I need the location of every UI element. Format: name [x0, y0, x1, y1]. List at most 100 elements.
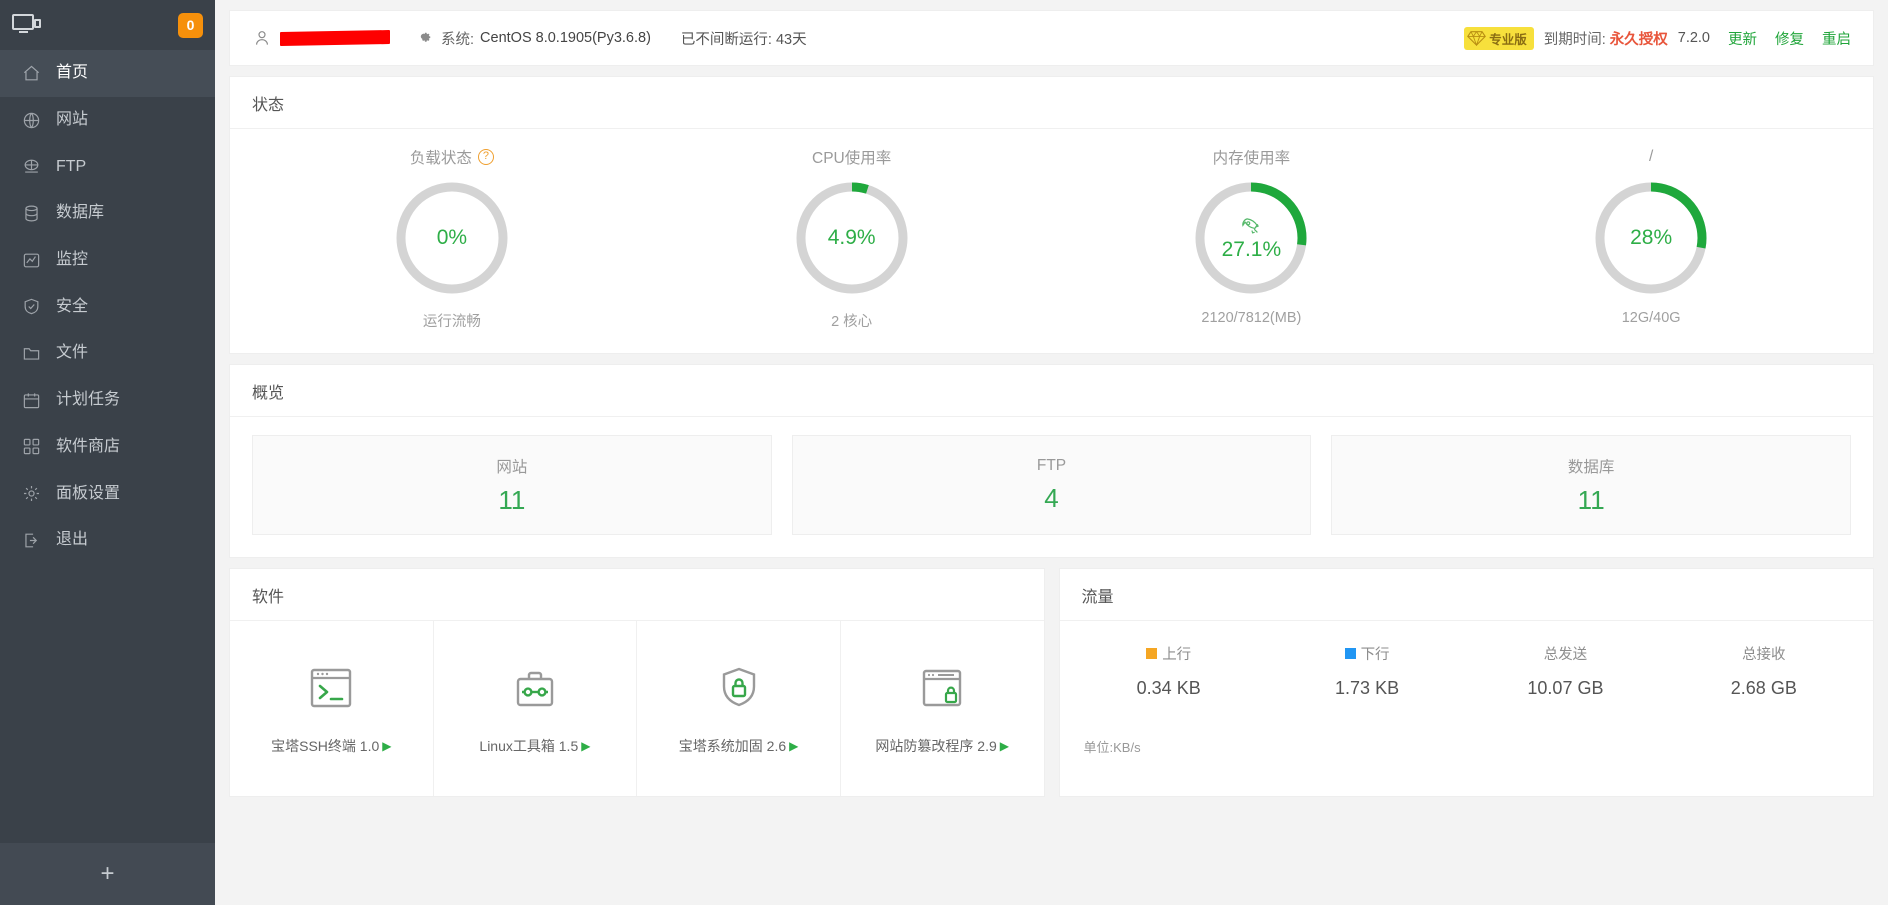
gauge-footer: 2 核心 [831, 314, 873, 330]
topbar: 系统: CentOS 8.0.1905(Py3.6.8) 已不间断运行: 43天… [229, 10, 1874, 66]
sidebar-item-label: 软件商店 [56, 437, 121, 455]
sidebar-item-label: 网站 [56, 111, 89, 129]
software-card: 软件 宝塔SSH终端 1.0 ▶ Linux工具箱 1.5 ▶ 宝塔系统加固 2… [229, 568, 1045, 797]
topbar-right: 专业版 到期时间: 永久授权 7.2.0 更新 修复 重启 [1464, 26, 1851, 50]
sidebar-item-panel-settings[interactable]: 面板设置 [0, 470, 215, 517]
gauge-footer: 运行流畅 [422, 314, 481, 330]
update-link[interactable]: 更新 [1728, 28, 1757, 49]
software-item-ssh-terminal[interactable]: 宝塔SSH终端 1.0 ▶ [230, 621, 434, 796]
traffic-label: 总接收 [1742, 647, 1786, 663]
software-item-label: 网站防篡改程序 2.9 ▶ [875, 736, 1009, 756]
traffic-label-wrap: 总接收 [1742, 643, 1786, 664]
expiry-label: 到期时间: [1543, 31, 1606, 48]
load-ring[interactable]: 0% [393, 179, 511, 297]
sidebar-item-label: 文件 [56, 344, 89, 362]
expiry-value: 永久授权 [1609, 31, 1668, 48]
sidebar-item-label: 数据库 [56, 204, 105, 222]
database-icon [20, 202, 42, 224]
panel-version: 7.2.0 [1677, 30, 1710, 46]
notification-badge[interactable]: 0 [178, 12, 203, 38]
gauge-memory: 内存使用率 27.1% 2120/7812(MB) [1052, 147, 1452, 331]
download-swatch-icon [1344, 648, 1356, 659]
status-body: 负载状态 ? 0% 运行流畅 CPU使用率 4.9% 2 核心 内存使用率 27… [230, 129, 1873, 353]
overview-box-ftp[interactable]: FTP 4 [791, 435, 1312, 535]
cpu-ring[interactable]: 4.9% [793, 179, 911, 297]
gauge-title-text: CPU使用率 [812, 150, 892, 167]
play-arrow-icon[interactable]: ▶ [1000, 739, 1009, 753]
status-card: 状态 负载状态 ? 0% 运行流畅 CPU使用率 4.9% 2 核心 内存使用率… [229, 76, 1874, 354]
disk-ring[interactable]: 28% [1592, 179, 1710, 297]
restart-link[interactable]: 重启 [1822, 28, 1851, 49]
play-arrow-icon[interactable]: ▶ [789, 739, 798, 753]
username-redacted [280, 29, 390, 47]
play-arrow-icon[interactable]: ▶ [581, 739, 590, 753]
overview-body: 网站 11 FTP 4 数据库 11 [230, 417, 1873, 557]
brand-header: 0 [0, 0, 215, 50]
system-info: 系统: CentOS 8.0.1905(Py3.6.8) [416, 28, 651, 49]
software-item-name: 宝塔系统加固 2.6 [678, 737, 787, 754]
system-value: CentOS 8.0.1905(Py3.6.8) [480, 30, 651, 46]
software-item-system-hardening[interactable]: 宝塔系统加固 2.6 ▶ [637, 621, 841, 796]
software-title: 软件 [230, 569, 1044, 621]
sidebar-item-home[interactable]: 首页 [0, 50, 215, 97]
calendar-icon [20, 389, 42, 411]
pro-badge-label: 专业版 [1489, 32, 1527, 47]
main-content: 系统: CentOS 8.0.1905(Py3.6.8) 已不间断运行: 43天… [215, 0, 1888, 905]
gauge-title: 内存使用率 [1213, 147, 1291, 167]
add-server-button[interactable]: + [0, 843, 215, 905]
uptime-text: 已不间断运行: 43天 [680, 31, 807, 48]
overview-box-database[interactable]: 数据库 11 [1331, 435, 1852, 535]
traffic-total-received: 总接收 2.68 GB [1665, 643, 1863, 699]
gauge-load: 负载状态 ? 0% 运行流畅 [252, 147, 652, 331]
gauge-title-text: 负载状态 [409, 150, 472, 167]
sidebar-item-files[interactable]: 文件 [0, 330, 215, 377]
sidebar-item-label: 退出 [56, 531, 89, 549]
monitor-icon [12, 14, 42, 36]
traffic-unit-note: 单位:KB/s [1083, 740, 1141, 755]
sidebar-item-ftp[interactable]: FTP [0, 143, 215, 190]
user-info [252, 28, 390, 48]
sidebar-item-website[interactable]: 网站 [0, 97, 215, 144]
gauge-title: CPU使用率 [812, 147, 891, 167]
gauge-disk: / 28% 12G/40G [1451, 147, 1851, 331]
software-item-anti-tamper[interactable]: 网站防篡改程序 2.9 ▶ [841, 621, 1044, 796]
overview-box-website[interactable]: 网站 11 [252, 435, 772, 535]
traffic-label: 总发送 [1543, 647, 1588, 663]
gauge-cpu: CPU使用率 4.9% 2 核心 [652, 147, 1052, 331]
sidebar-item-logout[interactable]: 退出 [0, 517, 215, 564]
memory-ring[interactable]: 27.1% [1192, 179, 1310, 297]
play-arrow-icon[interactable]: ▶ [382, 739, 391, 753]
gauge-value: 28% [1630, 226, 1673, 249]
sidebar-item-app-store[interactable]: 软件商店 [0, 424, 215, 471]
overview-card: 概览 网站 11 FTP 4 数据库 11 [229, 364, 1874, 558]
sidebar-item-label: 安全 [56, 297, 89, 315]
sidebar-item-database[interactable]: 数据库 [0, 190, 215, 237]
sidebar-item-security[interactable]: 安全 [0, 283, 215, 330]
chart-monitor-icon [20, 249, 42, 271]
gauge-title-text: 内存使用率 [1212, 150, 1291, 167]
traffic-label: 上行 [1162, 647, 1192, 663]
traffic-upload: 上行 0.34 KB [1070, 643, 1268, 699]
sidebar-item-cron[interactable]: 计划任务 [0, 377, 215, 424]
repair-link[interactable]: 修复 [1775, 28, 1804, 49]
overview-label: 网站 [496, 458, 528, 476]
help-icon[interactable]: ? [477, 149, 494, 165]
rocket-icon[interactable] [1240, 215, 1262, 237]
overview-value: 4 [1044, 482, 1059, 513]
sidebar-item-monitor[interactable]: 监控 [0, 237, 215, 284]
folder-icon [20, 342, 42, 364]
gear-icon [416, 29, 434, 47]
pro-badge[interactable]: 专业版 [1464, 26, 1534, 50]
terminal-icon [305, 662, 357, 714]
sidebar-item-label: FTP [56, 157, 87, 175]
gauge-footer: 2120/7812(MB) [1201, 310, 1302, 326]
traffic-title: 流量 [1059, 569, 1873, 621]
overview-title: 概览 [230, 365, 1873, 417]
overview-value: 11 [498, 484, 526, 515]
gauge-value: 27.1% [1221, 237, 1282, 261]
shield-check-icon [20, 296, 42, 318]
software-item-linux-toolbox[interactable]: Linux工具箱 1.5 ▶ [434, 621, 638, 796]
traffic-label-wrap: 下行 [1344, 643, 1390, 664]
status-title: 状态 [230, 77, 1873, 129]
traffic-stats-row: 上行 0.34 KB 下行 1.73 KB 总发送 10.07 GB 总接收 2… [1060, 621, 1874, 699]
